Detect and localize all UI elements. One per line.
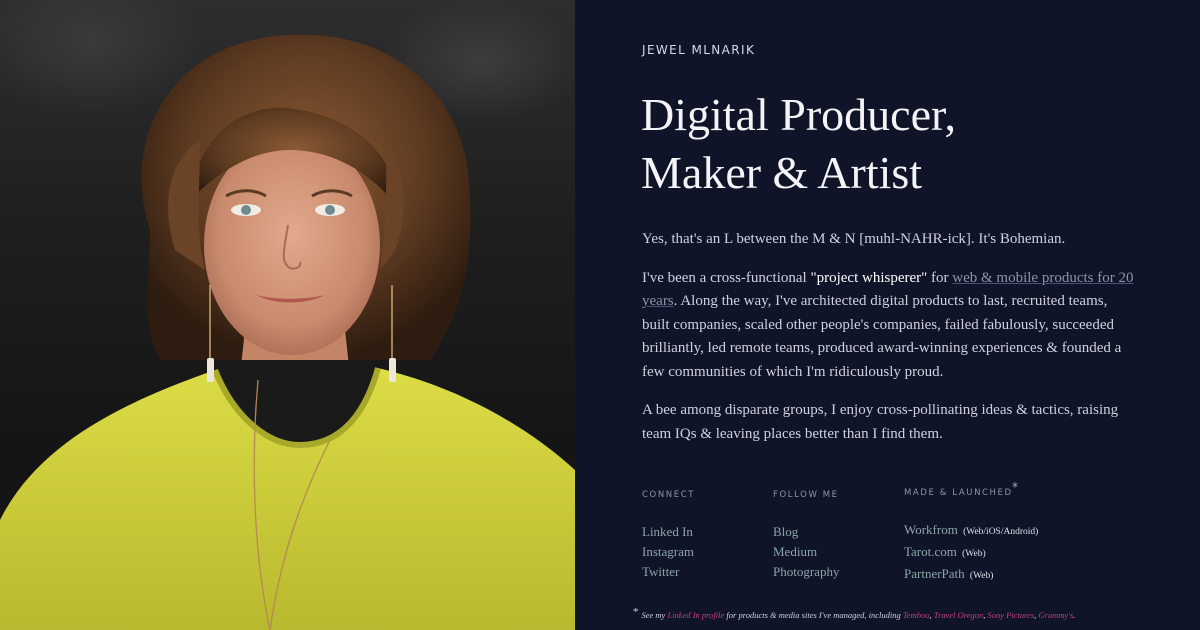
instagram-link[interactable]: Instagram [642,544,694,559]
follow-links: Blog Medium Photography [773,522,839,582]
sony-pictures-link[interactable]: Sony Pictures [987,610,1034,620]
tarot-link[interactable]: Tarot.com [904,544,957,559]
photography-link[interactable]: Photography [773,564,839,579]
footnote-end: . [1073,610,1076,620]
footnote-text: See my [641,610,668,620]
site-name: JEWEL MLNARIK [642,43,756,57]
partnerpath-link[interactable]: PartnerPath [904,566,965,581]
connect-column: CONNECT Linked In Instagram Twitter [642,490,695,582]
headline-line-2: Maker & Artist [641,147,923,198]
made-heading: MADE & LAUNCHED * [904,480,1038,510]
bio-text: . Along the way, I've architected digita… [642,293,1122,380]
content-panel: JEWEL MLNARIK Digital Producer, Maker & … [575,0,1200,630]
tarot-platforms: (Web) [962,549,986,559]
follow-heading: FOLLOW ME [773,490,839,500]
follow-column: FOLLOW ME Blog Medium Photography [773,490,839,582]
temboo-link[interactable]: Temboo [903,610,930,620]
linkedin-profile-link[interactable]: Linked In profile [667,610,724,620]
partnerpath-platforms: (Web) [969,571,994,581]
bio-paragraph-3: A bee among disparate groups, I enjoy cr… [642,402,1119,442]
footnote-asterisk-icon: * [633,606,639,618]
portrait-photo [0,0,575,630]
page: JEWEL MLNARIK Digital Producer, Maker & … [0,0,1200,630]
bio-text: for [927,269,953,286]
twitter-link[interactable]: Twitter [642,564,679,579]
connect-heading: CONNECT [642,490,696,500]
made-links: Workfrom (Web/iOS/Android) Tarot.com (We… [904,520,1038,586]
portrait-illustration [0,34,575,630]
workfrom-platforms: (Web/iOS/Android) [963,527,1039,537]
headline: Digital Producer, Maker & Artist [641,86,1141,202]
footnote: * See my Linked In profile for products &… [633,606,1076,621]
connect-links: Linked In Instagram Twitter [642,522,695,582]
made-heading-label: MADE & LAUNCHED [904,488,1013,498]
project-whisperer-emphasis: "project whisperer" [810,269,928,286]
workfrom-link[interactable]: Workfrom [904,522,958,537]
made-column: MADE & LAUNCHED * Workfrom (Web/iOS/Andro… [904,480,1038,586]
linkedin-link[interactable]: Linked In [642,524,693,539]
travel-oregon-link[interactable]: Travel Oregon [934,610,984,620]
tarot-item: Tarot.com (Web) [904,542,1038,564]
grammys-link[interactable]: Grammy's [1038,610,1073,620]
workfrom-item: Workfrom (Web/iOS/Android) [904,520,1038,542]
bio-text: I've been a cross-functional [642,269,811,286]
medium-link[interactable]: Medium [773,544,817,559]
made-asterisk-icon: * [1012,480,1020,494]
bio-paragraph-1: Yes, that's an L between the M & N [muhl… [642,231,1066,247]
blog-link[interactable]: Blog [773,524,798,539]
partnerpath-item: PartnerPath (Web) [904,564,1038,586]
footnote-text: for products & media sites I've managed,… [724,610,903,620]
bio-paragraph-2: I've been a cross-functional "project wh… [642,267,1137,385]
bio: Yes, that's an L between the M & N [muhl… [642,228,1137,461]
headline-line-1: Digital Producer, [641,89,956,140]
